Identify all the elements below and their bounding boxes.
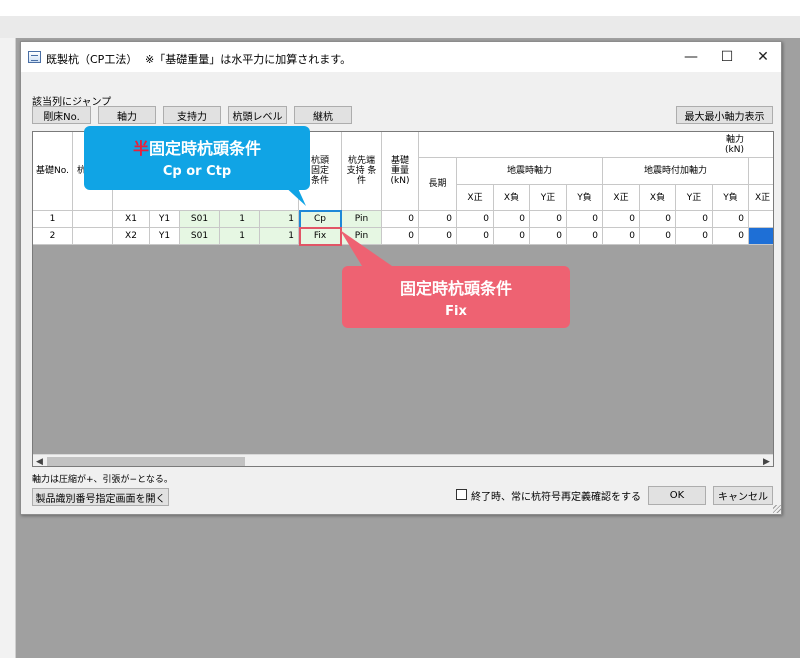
semi-fixed-callout-sub: Cp or Ctp — [162, 164, 232, 179]
header-axial: 軸力 (kN) — [419, 132, 773, 158]
cell-pile-tip[interactable]: Pin — [342, 211, 382, 228]
cell-a-xn[interactable]: 0 — [640, 211, 676, 228]
cell-b[interactable]: 1 — [260, 228, 299, 245]
axial-unit: (kN) — [725, 144, 744, 155]
pile-head-fix-highlight — [299, 227, 342, 246]
cell-s-yp[interactable]: 0 — [530, 211, 567, 228]
semi-fixed-callout-title: 半固定時杭頭条件 — [84, 135, 310, 159]
fixed-callout-sub: Fix — [445, 304, 467, 319]
jump-pile-level-button[interactable]: 杭頭レベル — [228, 106, 287, 124]
cell-s[interactable]: S01 — [180, 211, 220, 228]
header-add-yneg: Y負 — [713, 185, 749, 211]
redefine-checkbox-label: 終了時、常に杭符号再定義確認をする — [471, 492, 641, 503]
cancel-button[interactable]: キャンセル — [713, 486, 773, 505]
header-partial-xpos: X正 — [749, 185, 773, 211]
semi-prefix: 半 — [132, 139, 149, 158]
toolbar-strip — [0, 16, 800, 38]
cell-s-xp[interactable]: 0 — [457, 228, 494, 245]
left-panel — [0, 38, 16, 658]
header-long-term: 長期 — [419, 158, 457, 211]
cell-a-xp[interactable]: 0 — [603, 211, 640, 228]
header-seismic-ypos: Y正 — [530, 185, 567, 211]
header-add-xpos: X正 — [603, 185, 640, 211]
header-add-ypos: Y正 — [676, 185, 713, 211]
cell-a-yp[interactable]: 0 — [676, 211, 713, 228]
fixed-callout: 固定時杭頭条件 Fix — [340, 230, 570, 328]
dialog-title: 既製杭（CP工法） — [46, 53, 138, 66]
cell-y[interactable]: Y1 — [150, 211, 180, 228]
cell-partial[interactable] — [749, 211, 773, 228]
header-pile-tip: 杭先端 支持 条件 — [342, 132, 382, 211]
callout-pointer — [282, 184, 306, 206]
header-add-xneg: X負 — [640, 185, 676, 211]
resize-grip-icon[interactable] — [773, 505, 781, 513]
scroll-left-icon[interactable]: ◀ — [33, 455, 46, 467]
axial-sign-note: 軸力は圧縮が+、引張が−となる。 — [32, 475, 173, 485]
cell-base-no[interactable]: 1 — [33, 211, 73, 228]
cell-base-no[interactable]: 2 — [33, 228, 73, 245]
header-blank-right — [749, 158, 773, 185]
cell-x[interactable]: X2 — [113, 228, 150, 245]
jump-joint-button[interactable]: 継杭 — [294, 106, 352, 124]
jump-floor-button[interactable]: 剛床No. — [32, 106, 91, 124]
close-button[interactable]: ✕ — [745, 42, 781, 72]
cell-a-yn[interactable]: 0 — [713, 211, 749, 228]
app-icon — [28, 51, 41, 63]
cell-s-xn[interactable]: 0 — [494, 228, 530, 245]
cell-s-yn[interactable]: 0 — [567, 211, 603, 228]
cell-b[interactable]: 1 — [260, 211, 299, 228]
jump-axial-button[interactable]: 軸力 — [98, 106, 156, 124]
cell-s-xn[interactable]: 0 — [494, 211, 530, 228]
header-seismic-yneg: Y負 — [567, 185, 603, 211]
cell-long[interactable]: 0 — [419, 228, 457, 245]
cell-s-yn[interactable]: 0 — [567, 228, 603, 245]
minimize-button[interactable]: — — [673, 42, 709, 72]
header-weight: 基礎 重量 (kN) — [382, 132, 419, 211]
redefine-checkbox[interactable] — [456, 489, 467, 500]
cell-a-xn[interactable]: 0 — [640, 228, 676, 245]
cell-x[interactable]: X1 — [113, 211, 150, 228]
cell-a[interactable]: 1 — [220, 211, 260, 228]
title-note: ※「基礎重量」は水平力に加算されます。 — [145, 53, 352, 66]
header-seismic-xpos: X正 — [457, 185, 494, 211]
maximize-button[interactable]: ☐ — [709, 42, 745, 72]
fixed-callout-title: 固定時杭頭条件 — [399, 279, 512, 298]
product-id-button[interactable]: 製品識別番号指定画面を開く — [32, 488, 169, 506]
scroll-thumb[interactable] — [47, 457, 245, 466]
top-bar — [0, 0, 800, 16]
cell-s-yp[interactable]: 0 — [530, 228, 567, 245]
axial-label: 軸力 — [725, 134, 744, 145]
header-base-no: 基礎No. — [33, 132, 73, 211]
cell-long[interactable]: 0 — [419, 211, 457, 228]
horizontal-scrollbar[interactable]: ◀ ▶ — [33, 454, 773, 467]
cell-s-xp[interactable]: 0 — [457, 211, 494, 228]
cell-a-xp[interactable]: 0 — [603, 228, 640, 245]
cell-a-yn[interactable]: 0 — [713, 228, 749, 245]
callout-pointer — [340, 230, 392, 266]
cell-s[interactable]: S01 — [180, 228, 220, 245]
semi-fixed-callout: 半固定時杭頭条件 Cp or Ctp — [84, 126, 310, 206]
scroll-right-icon[interactable]: ▶ — [760, 455, 773, 467]
cell-y[interactable]: Y1 — [150, 228, 180, 245]
jump-capacity-button[interactable]: 支持力 — [163, 106, 221, 124]
cell-a-yp[interactable]: 0 — [676, 228, 713, 245]
header-seismic: 地震時軸力 — [457, 158, 603, 185]
max-min-axial-button[interactable]: 最大最小軸力表示 — [676, 106, 773, 124]
ok-button[interactable]: OK — [648, 486, 706, 505]
cell-selected[interactable] — [749, 228, 773, 245]
semi-fixed-text: 固定時杭頭条件 — [149, 139, 262, 158]
title-bar: 既製杭（CP工法） ※「基礎重量」は水平力に加算されます。 — ☐ ✕ — [21, 42, 781, 72]
cell-a[interactable]: 1 — [220, 228, 260, 245]
cell-pile[interactable] — [73, 211, 113, 228]
cell-weight[interactable]: 0 — [382, 211, 419, 228]
cell-pile[interactable] — [73, 228, 113, 245]
header-seismic-additional: 地震時付加軸力 — [603, 158, 749, 185]
header-seismic-xneg: X負 — [494, 185, 530, 211]
